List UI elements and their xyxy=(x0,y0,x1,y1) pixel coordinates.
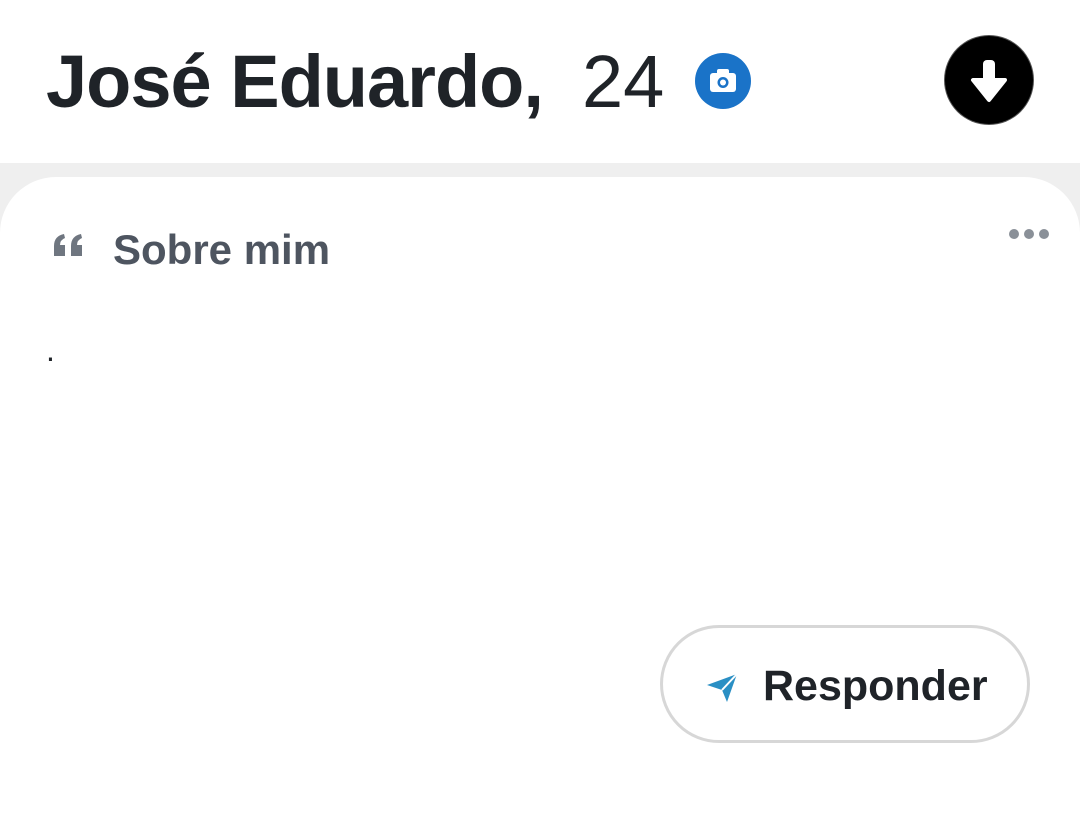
section-title: Sobre mim xyxy=(113,226,331,273)
reply-label: Responder xyxy=(763,662,988,710)
send-icon xyxy=(707,673,738,702)
profile-name: José Eduardo, xyxy=(46,40,544,123)
camera-icon[interactable] xyxy=(695,53,751,109)
more-horizontal-icon[interactable] xyxy=(1004,222,1054,246)
reply-button[interactable]: Responder xyxy=(660,625,1030,743)
collapse-button[interactable] xyxy=(945,36,1033,124)
profile-header: José Eduardo, 24 xyxy=(0,0,1080,163)
arrow-down-icon xyxy=(971,60,1007,102)
profile-age: 24 xyxy=(582,40,665,123)
quote-icon xyxy=(54,234,82,256)
bio-text: . xyxy=(46,332,55,368)
